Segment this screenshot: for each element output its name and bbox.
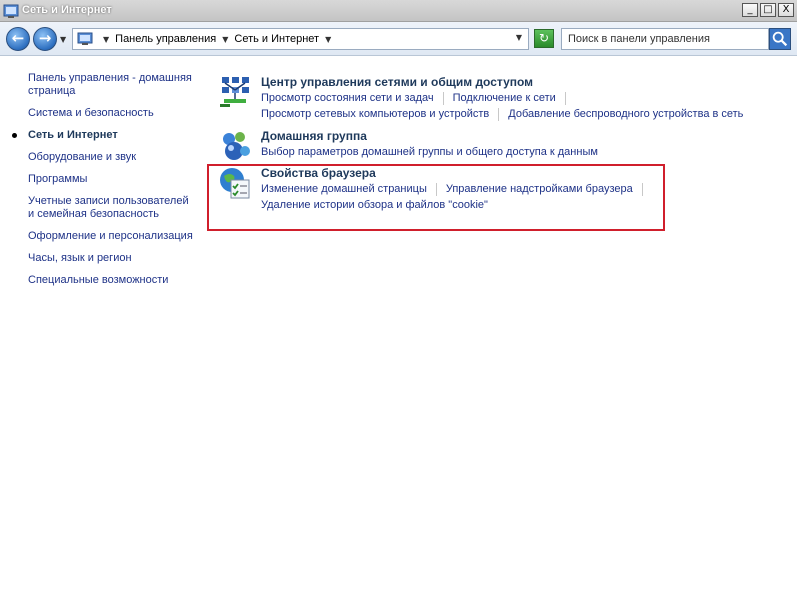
forward-button[interactable]: → [33,27,57,51]
address-dropdown-icon[interactable]: ▼ [516,33,522,42]
link-view-network-status[interactable]: Просмотр состояния сети и задач [261,91,434,106]
back-button[interactable]: ← [6,27,30,51]
breadcrumb: ▼ Панель управления ▼ Сеть и Интернет ▼ [97,33,337,45]
link-row: Просмотр сетевых компьютеров и устройств… [261,107,781,122]
link-add-wireless-device[interactable]: Добавление беспроводного устройства в се… [508,107,743,122]
link-divider [442,92,444,105]
chevron-down-icon[interactable]: ▼ [103,35,109,44]
section-title-homegroup[interactable]: Домашняя группа [261,129,781,144]
chevron-down-icon[interactable]: ▼ [222,35,228,44]
chevron-down-icon[interactable]: ▼ [325,35,331,44]
navigation-bar: ← → ▼ ▼ Панель управления ▼ Сеть и Интер… [0,22,797,56]
link-homegroup-options[interactable]: Выбор параметров домашней группы и общег… [261,145,598,160]
homegroup-icon [223,132,250,160]
maximize-button[interactable]: □ [760,3,776,17]
link-divider [564,92,566,105]
close-button[interactable]: X [778,3,794,17]
control-panel-icon [3,4,19,18]
search-icon[interactable] [769,28,791,50]
link-row: Выбор параметров домашней группы и общег… [261,145,781,160]
recent-pages-dropdown-icon[interactable]: ▼ [60,35,66,44]
title-bar: Сеть и Интернет _ □ X [0,0,797,22]
sidebar-item-home[interactable]: Панель управления - домашняя страница [28,72,193,98]
window-title: Сеть и Интернет [22,4,112,16]
search-input[interactable]: Поиск в панели управления [561,28,769,50]
sidebar-item-label: Сеть и Интернет [28,129,118,141]
sidebar-item-appearance[interactable]: Оформление и персонализация [28,230,198,243]
link-row: Просмотр состояния сети и задач Подключе… [261,91,781,106]
section-title-network-center[interactable]: Центр управления сетями и общим доступом [261,75,781,90]
sidebar-item-user-accounts[interactable]: Учетные записи пользователей и семейная … [28,195,196,221]
control-panel-icon [77,32,93,45]
breadcrumb-network-internet[interactable]: Сеть и Интернет [234,33,319,45]
highlight-box [207,164,665,231]
breadcrumb-control-panel[interactable]: Панель управления [115,33,216,45]
link-connect-to-network[interactable]: Подключение к сети [453,91,556,106]
refresh-button[interactable]: ↻ [534,29,554,48]
link-divider [498,108,500,121]
sidebar: Панель управления - домашняя страница Си… [12,72,198,296]
sidebar-item-programs[interactable]: Программы [28,173,198,186]
minimize-button[interactable]: _ [742,3,758,17]
sidebar-item-clock-language[interactable]: Часы, язык и регион [28,252,198,265]
address-bar[interactable]: ▼ Панель управления ▼ Сеть и Интернет ▼ … [72,28,529,50]
sidebar-item-hardware-sound[interactable]: Оборудование и звук [28,151,198,164]
sidebar-item-accessibility[interactable]: Специальные возможности [28,274,198,287]
network-center-icon [220,77,249,107]
current-bullet [12,133,17,138]
sidebar-item-network-internet[interactable]: Сеть и Интернет [12,129,198,142]
link-view-network-computers[interactable]: Просмотр сетевых компьютеров и устройств [261,107,489,122]
sidebar-item-system-security[interactable]: Система и безопасность [28,107,198,120]
